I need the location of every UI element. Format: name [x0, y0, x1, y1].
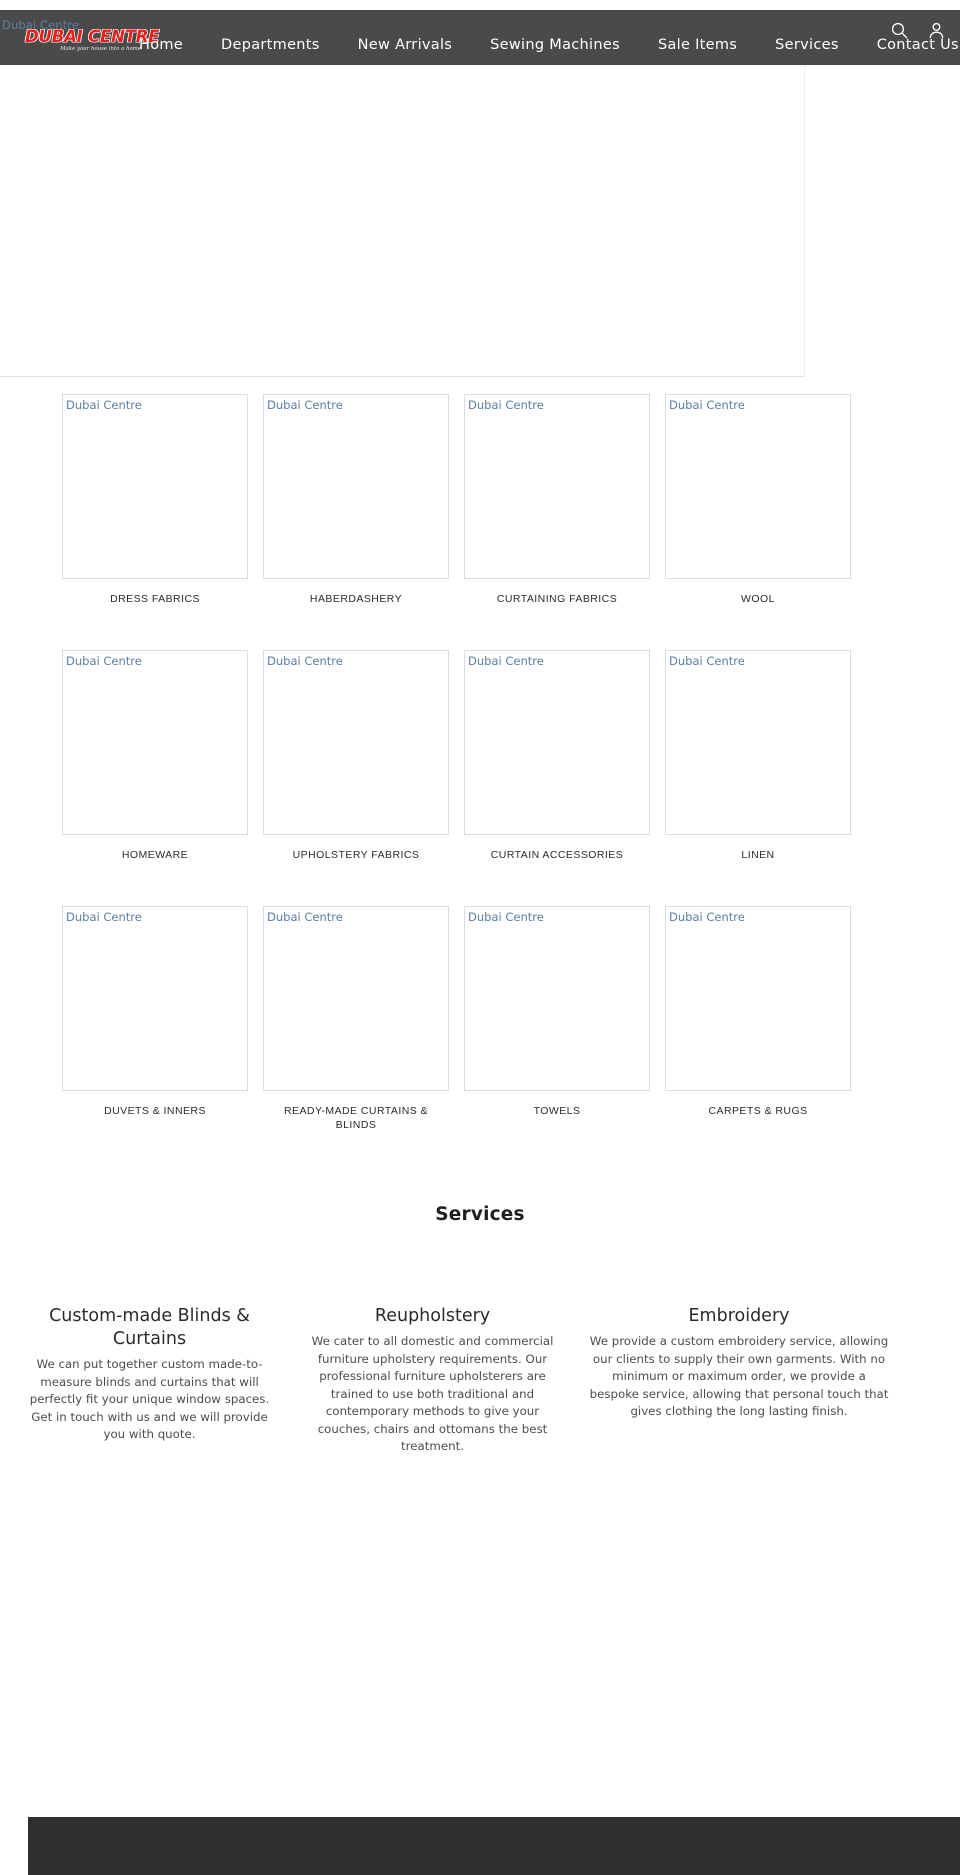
category-label[interactable]: UPHOLSTERY FABRICS [263, 848, 449, 862]
broken-image-alt: Dubai Centre [267, 398, 343, 412]
category-thumbnail[interactable]: Dubai Centre [62, 906, 248, 1091]
broken-image-alt: Dubai Centre [468, 398, 544, 412]
category-thumbnail[interactable]: Dubai Centre [263, 906, 449, 1091]
category-label[interactable]: HOMEWARE [62, 848, 248, 862]
category-cell-wool[interactable]: Dubai Centre WOOL [665, 394, 851, 606]
category-thumbnail[interactable]: Dubai Centre [464, 906, 650, 1091]
category-thumbnail[interactable]: Dubai Centre [665, 394, 851, 579]
category-thumbnail[interactable]: Dubai Centre [665, 906, 851, 1091]
category-row: Dubai Centre DUVETS & INNERS Dubai Centr… [62, 906, 960, 1132]
category-label[interactable]: READY-MADE CURTAINS & BLINDS [263, 1104, 449, 1132]
category-cell-curtaining-fabrics[interactable]: Dubai Centre CURTAINING FABRICS [464, 394, 650, 606]
broken-image-alt: Dubai Centre [669, 910, 745, 924]
service-description: We can put together custom made-to-measu… [29, 1357, 270, 1441]
row-spacer [62, 870, 960, 906]
account-icon[interactable] [927, 21, 946, 40]
category-label[interactable]: CARPETS & RUGS [665, 1104, 851, 1118]
broken-image-alt: Dubai Centre [468, 910, 544, 924]
site-footer [28, 1817, 960, 1875]
services-heading: Services [435, 1204, 525, 1225]
service-card-reupholstery: Reupholstery We cater to all domestic an… [291, 1305, 574, 1456]
header-icon-group [890, 21, 946, 40]
category-thumbnail[interactable]: Dubai Centre [464, 394, 650, 579]
service-card-custom-made-blinds-curtains: Custom-made Blinds & Curtains We can put… [8, 1305, 291, 1456]
page-root: Dubai Centre DUBAI CENTRE Make your hous… [0, 0, 960, 1875]
category-label[interactable]: WOOL [665, 592, 851, 606]
broken-image-alt: Dubai Centre [66, 654, 142, 668]
category-label[interactable]: HABERDASHERY [263, 592, 449, 606]
service-title: Reupholstery [374, 1306, 491, 1326]
category-thumbnail[interactable]: Dubai Centre [62, 650, 248, 835]
category-cell-upholstery-fabrics[interactable]: Dubai Centre UPHOLSTERY FABRICS [263, 650, 449, 862]
category-label[interactable]: TOWELS [464, 1104, 650, 1118]
category-cell-towels[interactable]: Dubai Centre TOWELS [464, 906, 650, 1132]
category-thumbnail[interactable]: Dubai Centre [62, 394, 248, 579]
nav-item-home[interactable]: Home [120, 25, 202, 65]
main-navigation: Home Departments New Arrivals Sewing Mac… [120, 25, 960, 65]
category-thumbnail[interactable]: Dubai Centre [263, 650, 449, 835]
category-cell-linen[interactable]: Dubai Centre LINEN [665, 650, 851, 862]
hero-banner[interactable] [0, 65, 805, 377]
category-cell-curtain-accessories[interactable]: Dubai Centre CURTAIN ACCESSORIES [464, 650, 650, 862]
services-columns: Custom-made Blinds & Curtains We can put… [0, 1305, 960, 1456]
broken-image-alt: Dubai Centre [66, 398, 142, 412]
broken-image-alt: Dubai Centre [468, 654, 544, 668]
top-strip [0, 0, 960, 10]
category-row: Dubai Centre DRESS FABRICS Dubai Centre … [62, 394, 960, 606]
category-row: Dubai Centre HOMEWARE Dubai Centre UPHOL… [62, 650, 960, 862]
service-title: Embroidery [688, 1306, 790, 1326]
category-label[interactable]: CURTAINING FABRICS [464, 592, 650, 606]
category-thumbnail[interactable]: Dubai Centre [464, 650, 650, 835]
category-cell-homeware[interactable]: Dubai Centre HOMEWARE [62, 650, 248, 862]
category-cell-duvets-inners[interactable]: Dubai Centre DUVETS & INNERS [62, 906, 248, 1132]
row-spacer [62, 614, 960, 650]
category-cell-carpets-rugs[interactable]: Dubai Centre CARPETS & RUGS [665, 906, 851, 1132]
category-label[interactable]: CURTAIN ACCESSORIES [464, 848, 650, 862]
broken-image-alt: Dubai Centre [669, 654, 745, 668]
services-section: Services Custom-made Blinds & Curtains W… [0, 1204, 960, 1456]
category-thumbnail[interactable]: Dubai Centre [665, 650, 851, 835]
category-grid: Dubai Centre DRESS FABRICS Dubai Centre … [0, 394, 960, 1132]
broken-image-alt: Dubai Centre [267, 910, 343, 924]
site-header: Dubai Centre DUBAI CENTRE Make your hous… [0, 10, 960, 65]
nav-item-services[interactable]: Services [756, 25, 858, 65]
nav-item-sewing-machines[interactable]: Sewing Machines [471, 25, 639, 65]
broken-image-alt: Dubai Centre [669, 398, 745, 412]
nav-item-new-arrivals[interactable]: New Arrivals [339, 25, 472, 65]
category-cell-ready-made-curtains-blinds[interactable]: Dubai Centre READY-MADE CURTAINS & BLIND… [263, 906, 449, 1132]
category-label[interactable]: DRESS FABRICS [62, 592, 248, 606]
broken-image-alt: Dubai Centre [66, 910, 142, 924]
category-thumbnail[interactable]: Dubai Centre [263, 394, 449, 579]
category-label[interactable]: DUVETS & INNERS [62, 1104, 248, 1118]
nav-item-departments[interactable]: Departments [202, 25, 339, 65]
category-cell-haberdashery[interactable]: Dubai Centre HABERDASHERY [263, 394, 449, 606]
service-description: We provide a custom embroidery service, … [589, 1334, 889, 1418]
service-card-embroidery: Embroidery We provide a custom embroider… [574, 1305, 904, 1456]
hero-bottom-gap [0, 377, 960, 394]
service-description: We cater to all domestic and commercial … [311, 1334, 554, 1453]
broken-image-alt: Dubai Centre [267, 654, 343, 668]
category-cell-dress-fabrics[interactable]: Dubai Centre DRESS FABRICS [62, 394, 248, 606]
search-icon[interactable] [890, 21, 909, 40]
service-title: Custom-made Blinds & Curtains [49, 1306, 250, 1349]
nav-item-sale-items[interactable]: Sale Items [639, 25, 756, 65]
category-label[interactable]: LINEN [665, 848, 851, 862]
